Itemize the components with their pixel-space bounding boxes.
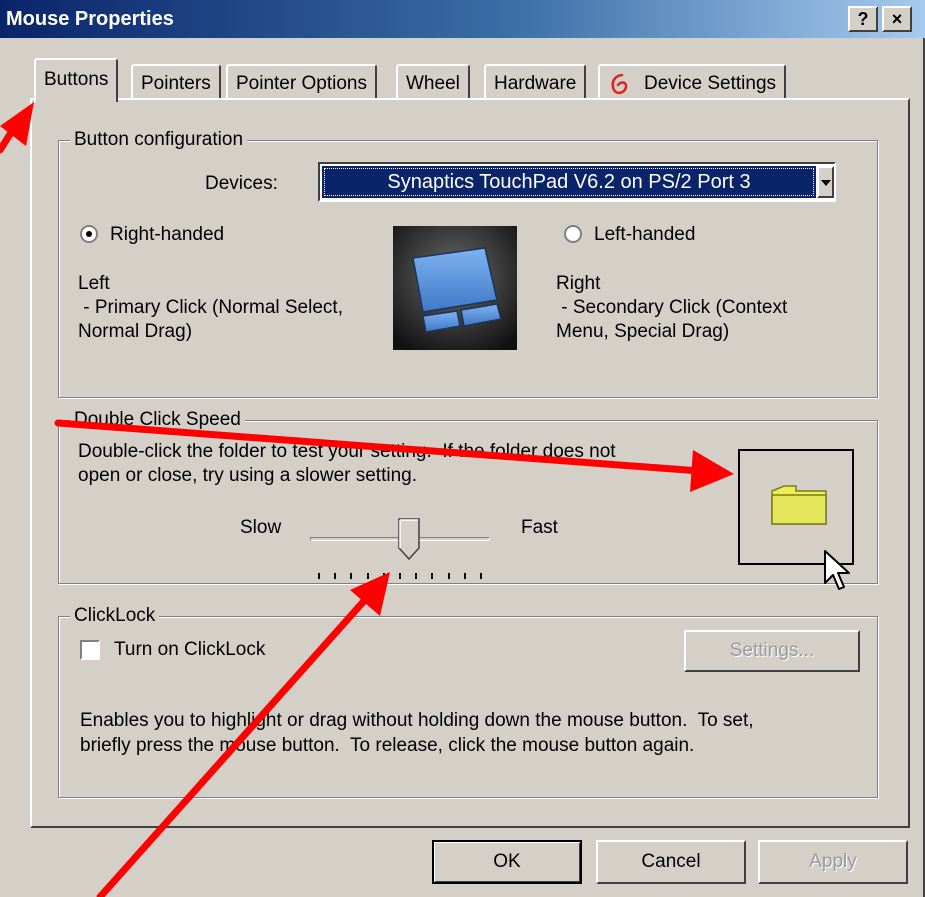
annotation-arrow-folder [54,419,704,475]
annotation-arrow-slider [96,588,376,897]
tab-buttons-label: Buttons [44,69,109,90]
annotation-arrows [0,102,734,897]
annotation-arrowhead-folder [690,450,734,492]
tab-buttons[interactable]: Buttons [34,58,119,102]
